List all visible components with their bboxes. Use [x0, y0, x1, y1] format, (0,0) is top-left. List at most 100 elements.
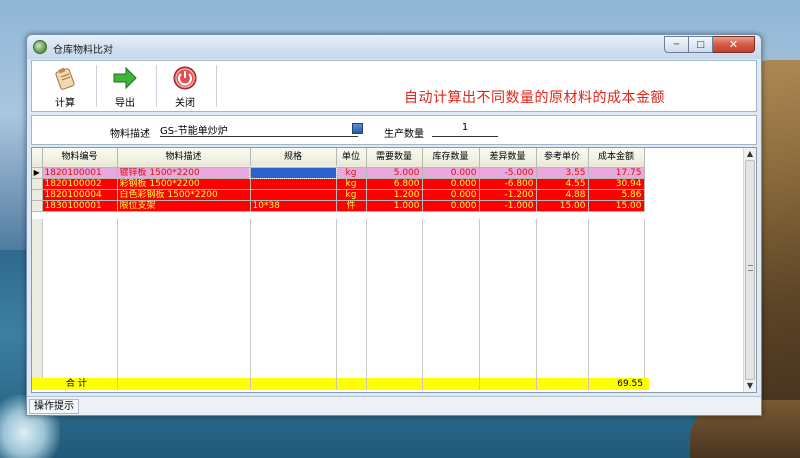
cell-code[interactable]: 1820100001 — [42, 167, 118, 179]
cell-diff[interactable]: -5.000 — [479, 167, 537, 179]
scroll-down-icon[interactable]: ▼ — [744, 380, 756, 392]
close-window-button[interactable]: ✕ — [713, 36, 755, 53]
table-row[interactable]: ▶ 1820100001 镀锌板 1500*2200 kg 5.000 0.00… — [32, 166, 645, 179]
cell-need[interactable]: 1.200 — [366, 189, 423, 201]
grid-line — [536, 219, 537, 378]
calculate-button[interactable]: 计算 — [38, 63, 92, 109]
title-bar[interactable]: 仓库物料比对 ─ □ ✕ — [27, 35, 761, 59]
headline-text: 自动计算出不同数量的原材料的成本金额 — [404, 90, 665, 106]
scroll-up-icon[interactable]: ▲ — [744, 148, 756, 160]
cell-stock[interactable]: 0.000 — [422, 200, 480, 212]
cell-desc[interactable]: 限位支架 — [117, 200, 251, 212]
cell-stock[interactable]: 0.000 — [422, 178, 480, 190]
power-icon — [172, 65, 198, 91]
grid-line — [42, 219, 43, 378]
close-icon: ✕ — [728, 38, 739, 51]
toolbar-separator — [216, 65, 217, 107]
material-desc-field[interactable]: GS-节能单炒炉 — [160, 122, 358, 137]
window-controls: ─ □ ✕ — [664, 36, 755, 53]
cell-spec[interactable] — [250, 189, 337, 201]
row-indicator — [32, 200, 43, 212]
table-row[interactable]: 1830100001 限位支架 10*38 件 1.000 0.000 -1.0… — [32, 200, 645, 212]
cell-diff[interactable]: -1.200 — [479, 189, 537, 201]
cell-amount[interactable]: 17.75 — [588, 167, 645, 179]
cell-spec[interactable] — [249, 166, 337, 179]
close-button[interactable]: 关闭 — [158, 63, 212, 109]
cell-price[interactable]: 4.55 — [536, 178, 589, 190]
maximize-button[interactable]: □ — [689, 36, 713, 53]
col-header[interactable]: 单位 — [336, 148, 367, 168]
quantity-field[interactable]: 1 — [432, 122, 498, 137]
cell-diff[interactable]: -1.000 — [479, 200, 537, 212]
grid-line — [422, 219, 423, 378]
calculate-label: 计算 — [55, 98, 75, 109]
toolbar: 计算 导出 关闭 自动计算出不同数量的原材料的成本金额 — [31, 60, 757, 112]
status-hint: 操作提示 — [29, 399, 79, 414]
scroll-thumb[interactable] — [745, 160, 755, 380]
row-indicator — [32, 189, 43, 201]
cell-need[interactable]: 5.000 — [366, 167, 423, 179]
grid-line — [644, 219, 645, 378]
cell-desc[interactable]: 白色彩钢板 1500*2200 — [117, 189, 251, 201]
toolbar-separator — [156, 65, 157, 107]
status-bar: 操作提示 — [27, 396, 761, 415]
cell-need[interactable]: 6.800 — [366, 178, 423, 190]
cell-code[interactable]: 1820100004 — [42, 189, 118, 201]
lookup-icon[interactable] — [352, 123, 363, 134]
toolbar-separator — [96, 65, 97, 107]
grid-line — [366, 219, 367, 378]
col-header[interactable]: 物料描述 — [117, 148, 251, 168]
cell-price[interactable]: 4.88 — [536, 189, 589, 201]
grid-header: 物料编号 物料描述 规格 单位 需要数量 库存数量 差异数量 参考单价 成本金额 — [32, 148, 645, 168]
grid-line — [250, 219, 251, 378]
total-amount: 69.55 — [617, 379, 643, 389]
cell-code[interactable]: 1830100001 — [42, 200, 118, 212]
cell-desc[interactable]: 镀锌板 1500*2200 — [117, 167, 251, 179]
grid-line — [479, 219, 480, 378]
calculate-icon — [52, 65, 78, 91]
cell-price[interactable]: 15.00 — [536, 200, 589, 212]
minimize-button[interactable]: ─ — [664, 36, 689, 53]
export-label: 导出 — [115, 98, 135, 109]
form-bar: 物料描述 GS-节能单炒炉 生产数量 1 — [31, 115, 757, 145]
cell-code[interactable]: 1820100002 — [42, 178, 118, 190]
material-desc-label: 物料描述 — [110, 129, 150, 140]
cell-need[interactable]: 1.000 — [366, 200, 423, 212]
col-header[interactable]: 规格 — [250, 148, 337, 168]
cell-spec[interactable] — [250, 178, 337, 190]
cell-stock[interactable]: 0.000 — [422, 167, 480, 179]
grid-line — [117, 219, 118, 378]
cell-amount[interactable]: 15.00 — [588, 200, 645, 212]
cell-spec[interactable]: 10*38 — [250, 200, 337, 212]
grid-line — [588, 219, 589, 378]
cell-unit[interactable]: kg — [336, 189, 367, 201]
col-header[interactable]: 需要数量 — [366, 148, 423, 168]
col-header[interactable]: 物料编号 — [42, 148, 118, 168]
col-header[interactable]: 库存数量 — [422, 148, 480, 168]
window-title: 仓库物料比对 — [53, 45, 113, 56]
header-corner — [32, 148, 43, 168]
app-window: 仓库物料比对 ─ □ ✕ 计算 导出 关闭 自动计算出不同数量的原材料的成本金额… — [26, 34, 762, 416]
minimize-icon: ─ — [673, 39, 680, 50]
close-label: 关闭 — [175, 98, 195, 109]
cell-amount[interactable]: 5.86 — [588, 189, 645, 201]
cell-diff[interactable]: -6.800 — [479, 178, 537, 190]
quantity-label: 生产数量 — [384, 129, 424, 140]
total-label: 合 计 — [66, 379, 87, 389]
app-icon — [33, 40, 47, 54]
cell-unit[interactable]: 件 — [336, 200, 367, 212]
data-grid: 物料编号 物料描述 规格 单位 需要数量 库存数量 差异数量 参考单价 成本金额… — [31, 147, 757, 393]
col-header[interactable]: 成本金额 — [588, 148, 645, 168]
vertical-scrollbar[interactable]: ▲ ▼ — [743, 148, 756, 392]
cell-desc[interactable]: 彩钢板 1500*2200 — [117, 178, 251, 190]
cell-price[interactable]: 3.55 — [536, 167, 589, 179]
col-header[interactable]: 参考单价 — [536, 148, 589, 168]
cell-unit[interactable]: kg — [336, 167, 367, 179]
table-row[interactable]: 1820100002 彩钢板 1500*2200 kg 6.800 0.000 … — [32, 178, 645, 190]
export-button[interactable]: 导出 — [98, 63, 152, 109]
cell-stock[interactable]: 0.000 — [422, 189, 480, 201]
col-header[interactable]: 差异数量 — [479, 148, 537, 168]
cell-amount[interactable]: 30.94 — [588, 178, 645, 190]
cell-unit[interactable]: kg — [336, 178, 367, 190]
table-row[interactable]: 1820100004 白色彩钢板 1500*2200 kg 1.200 0.00… — [32, 189, 645, 201]
